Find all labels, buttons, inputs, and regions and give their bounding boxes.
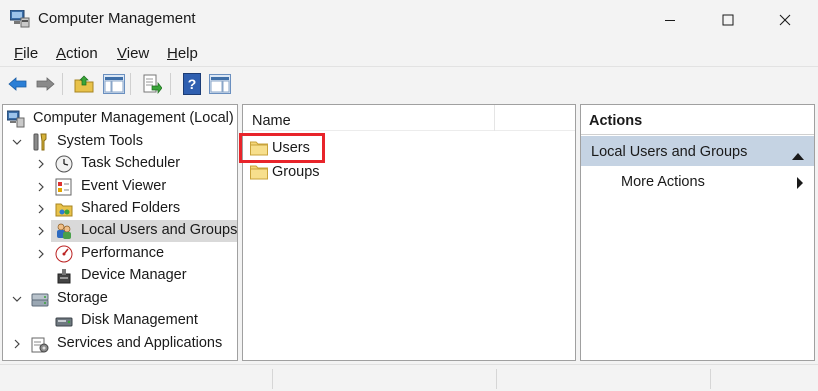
forward-arrow-icon[interactable]: [33, 72, 57, 96]
actions-header: Actions: [581, 105, 814, 135]
submenu-arrow-icon: [796, 176, 804, 192]
menu-action[interactable]: Action: [56, 45, 98, 62]
chevron-right-icon[interactable]: [35, 203, 47, 215]
computer-management-icon: [9, 9, 30, 28]
column-separator[interactable]: [494, 105, 495, 131]
tree-item-local-users-and-groups[interactable]: Local Users and Groups: [51, 220, 237, 242]
up-folder-icon[interactable]: [72, 72, 96, 96]
device-manager-icon: [55, 267, 73, 285]
menu-help[interactable]: Help: [167, 45, 198, 62]
back-arrow-icon[interactable]: [6, 72, 30, 96]
users-group-icon: [55, 222, 73, 240]
actions-section-local-users-and-groups[interactable]: Local Users and Groups: [581, 136, 814, 166]
menu-file[interactable]: File: [14, 45, 38, 62]
chevron-right-icon[interactable]: [35, 248, 47, 260]
chevron-right-icon[interactable]: [35, 181, 47, 193]
event-viewer-icon: [55, 178, 73, 196]
status-bar: [0, 364, 818, 391]
clock-icon: [55, 155, 73, 173]
export-list-icon[interactable]: [140, 72, 164, 96]
close-button[interactable]: [762, 0, 808, 40]
services-icon: [31, 335, 49, 353]
tree-item-event-viewer[interactable]: Event Viewer: [3, 176, 237, 198]
maximize-button[interactable]: [705, 0, 751, 40]
tree-item-task-scheduler[interactable]: Task Scheduler: [3, 153, 237, 175]
minimize-button[interactable]: [647, 0, 693, 40]
status-separator: [496, 369, 497, 389]
chevron-right-icon[interactable]: [11, 338, 23, 350]
tree-item-services-and-applications[interactable]: Services and Applications: [3, 333, 237, 355]
chevron-right-icon[interactable]: [35, 158, 47, 170]
help-icon[interactable]: ?: [180, 72, 204, 96]
tree-item-system-tools[interactable]: System Tools: [3, 131, 237, 153]
toolbar-separator: [170, 73, 171, 95]
storage-icon: [31, 290, 49, 308]
console-tree: Computer Management (Local) System Tools…: [2, 104, 238, 361]
tree-item-computer-management[interactable]: Computer Management (Local): [3, 108, 237, 130]
chevron-down-icon[interactable]: [11, 293, 23, 305]
menu-view[interactable]: View: [117, 45, 149, 62]
toolbar-separator: [62, 73, 63, 95]
status-separator: [710, 369, 711, 389]
performance-icon: [55, 245, 73, 263]
chevron-right-icon[interactable]: [35, 225, 47, 237]
collapse-up-arrow-icon[interactable]: [792, 147, 804, 163]
show-hide-action-pane-icon[interactable]: [208, 72, 232, 96]
more-actions-item[interactable]: More Actions: [581, 166, 814, 196]
column-header-name[interactable]: Name: [252, 113, 291, 129]
tree-item-performance[interactable]: Performance: [3, 243, 237, 265]
tree-item-storage[interactable]: Storage: [3, 288, 237, 310]
status-separator: [272, 369, 273, 389]
column-header: Name: [243, 105, 575, 131]
folder-icon: [250, 164, 268, 180]
chevron-down-icon[interactable]: [11, 136, 23, 148]
tree-item-disk-management[interactable]: Disk Management: [3, 310, 237, 332]
toolbar: ?: [0, 66, 818, 100]
system-tools-icon: [31, 133, 49, 151]
results-pane: Name Users Groups: [242, 104, 576, 361]
computer-management-icon: [6, 110, 25, 128]
list-item-groups[interactable]: Groups: [250, 162, 340, 184]
disk-management-icon: [55, 312, 73, 330]
svg-text:?: ?: [188, 76, 197, 92]
tree-item-shared-folders[interactable]: Shared Folders: [3, 198, 237, 220]
window-title: Computer Management: [38, 10, 196, 27]
show-hide-console-tree-icon[interactable]: [102, 72, 126, 96]
list-item-users[interactable]: Users: [250, 138, 340, 160]
actions-pane: Actions Local Users and Groups More Acti…: [580, 104, 815, 361]
toolbar-separator: [130, 73, 131, 95]
menu-bar: File Action View Help: [0, 40, 818, 66]
title-bar: Computer Management: [0, 0, 818, 40]
shared-folders-icon: [55, 200, 73, 218]
folder-icon: [250, 140, 268, 156]
tree-item-device-manager[interactable]: Device Manager: [3, 265, 237, 287]
